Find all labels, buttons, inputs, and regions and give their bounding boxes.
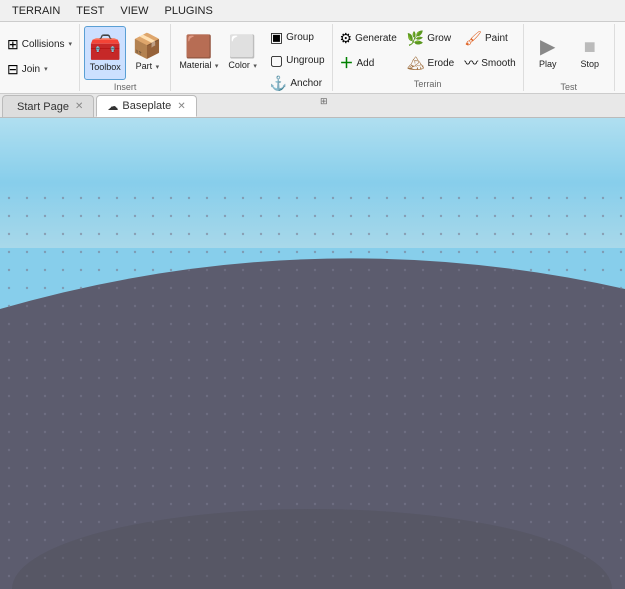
collisions-button[interactable]: ⊞ Collisions ▾ — [4, 33, 75, 55]
add-label: Add — [357, 58, 375, 69]
material-icon: 🟫 — [185, 36, 212, 58]
grow-icon: 🌿 — [407, 30, 424, 47]
join-icon: ⊟ — [7, 61, 19, 78]
material-button[interactable]: 🟫 Material ▾ — [175, 26, 222, 80]
grow-button[interactable]: 🌿 Grow — [404, 26, 457, 50]
tab-baseplate-close[interactable]: ✕ — [177, 101, 185, 112]
stop-icon: ■ — [584, 37, 596, 57]
play-button[interactable]: ▶ Play — [528, 26, 568, 80]
anchor-label: Anchor — [290, 78, 322, 89]
ribbon: ⊞ Collisions ▾ ⊟ Join ▾ 🧰 Toolbox 📦 — [0, 22, 625, 94]
ungroup-button[interactable]: ▢ Ungroup — [267, 49, 328, 71]
join-dropdown-arrow: ▾ — [44, 65, 48, 73]
part-label: Part ▾ — [136, 61, 160, 71]
join-button[interactable]: ⊟ Join ▾ — [4, 58, 51, 80]
erode-button[interactable]: 🏔 Erode — [404, 51, 457, 75]
terrain-col3: 🖌 Paint 〰 Smooth — [461, 26, 518, 75]
tab-start-page-label: Start Page — [17, 101, 69, 113]
terrain-svg — [0, 189, 625, 589]
color-icon: ⬜ — [229, 36, 256, 58]
baseplate-icon: ☁ — [107, 100, 118, 113]
stop-label: Stop — [580, 59, 599, 69]
toolbox-button[interactable]: 🧰 Toolbox — [84, 26, 126, 80]
ungroup-label: Ungroup — [286, 55, 324, 66]
menu-terrain[interactable]: TERRAIN — [4, 3, 68, 19]
group-button[interactable]: ▣ Group — [267, 26, 328, 48]
ribbon-group-test-label: Test — [528, 82, 610, 92]
ungroup-icon: ▢ — [270, 52, 283, 69]
add-button[interactable]: ＋ Add — [337, 51, 400, 75]
toolbox-label: Toolbox — [90, 62, 121, 72]
generate-label: Generate — [355, 33, 397, 44]
part-icon: 📦 — [132, 35, 162, 59]
paint-label: Paint — [485, 33, 508, 44]
collisions-label: Collisions — [22, 39, 65, 50]
color-dropdown-arrow: ▾ — [253, 63, 257, 70]
menu-view[interactable]: VIEW — [112, 3, 156, 19]
play-label: Play — [539, 59, 557, 69]
viewport[interactable] — [0, 118, 625, 589]
tab-baseplate[interactable]: ☁ Baseplate ✕ — [96, 95, 196, 117]
tab-baseplate-label: Baseplate — [122, 100, 171, 112]
group-label: Group — [286, 32, 314, 43]
ribbon-group-transform: ⊞ Collisions ▾ ⊟ Join ▾ — [0, 24, 80, 91]
tab-start-page-close[interactable]: ✕ — [75, 101, 83, 112]
color-label: Color ▾ — [228, 60, 257, 70]
join-label: Join — [22, 64, 40, 75]
tab-start-page[interactable]: Start Page ✕ — [2, 95, 94, 117]
anchor-button[interactable]: ⚓ Anchor — [267, 72, 328, 94]
smooth-label: Smooth — [481, 58, 515, 69]
material-label: Material ▾ — [179, 60, 218, 70]
ribbon-group-edit: 🟫 Material ▾ ⬜ Color ▾ ▣ Group — [171, 24, 332, 91]
ribbon-group-edit-label: Edit ⊞ — [175, 96, 327, 107]
terrain-col1: ⚙ Generate ＋ Add — [337, 26, 400, 75]
collisions-dropdown-arrow: ▾ — [69, 40, 73, 48]
edit-actions-col: ▣ Group ▢ Ungroup ⚓ Anchor — [267, 26, 328, 94]
add-icon: ＋ — [340, 53, 354, 73]
terrain-col2: 🌿 Grow 🏔 Erode — [404, 26, 457, 75]
menu-test[interactable]: TEST — [68, 3, 112, 19]
generate-button[interactable]: ⚙ Generate — [337, 26, 400, 50]
grow-label: Grow — [427, 33, 451, 44]
erode-label: Erode — [428, 58, 455, 69]
menu-plugins[interactable]: PLUGINS — [157, 3, 221, 19]
play-icon: ▶ — [540, 37, 555, 57]
part-dropdown-arrow: ▾ — [156, 64, 160, 71]
collisions-icon: ⊞ — [7, 36, 19, 53]
part-button[interactable]: 📦 Part ▾ — [128, 26, 166, 80]
menu-bar: TERRAIN TEST VIEW PLUGINS — [0, 0, 625, 22]
anchor-icon: ⚓ — [270, 75, 287, 92]
smooth-button[interactable]: 〰 Smooth — [461, 51, 518, 75]
erode-icon: 🏔 — [407, 55, 425, 72]
paint-icon: 🖌 — [464, 30, 482, 47]
toolbox-icon: 🧰 — [89, 34, 121, 60]
ribbon-group-test: ▶ Play ■ Stop Test — [524, 24, 615, 91]
group-icon: ▣ — [270, 29, 283, 46]
generate-icon: ⚙ — [340, 30, 353, 47]
ribbon-group-terrain-label: Terrain — [337, 79, 519, 89]
material-dropdown-arrow: ▾ — [215, 63, 219, 70]
paint-button[interactable]: 🖌 Paint — [461, 26, 518, 50]
stop-button[interactable]: ■ Stop — [570, 26, 610, 80]
smooth-icon: 〰 — [464, 53, 478, 73]
ribbon-group-insert: 🧰 Toolbox 📦 Part ▾ Insert — [80, 24, 171, 91]
ribbon-group-insert-label: Insert — [84, 82, 166, 92]
color-button[interactable]: ⬜ Color ▾ — [224, 26, 261, 80]
edit-expand-icon[interactable]: ⊞ — [320, 96, 328, 107]
ribbon-group-terrain: ⚙ Generate ＋ Add 🌿 Grow 🏔 Erode — [333, 24, 524, 91]
